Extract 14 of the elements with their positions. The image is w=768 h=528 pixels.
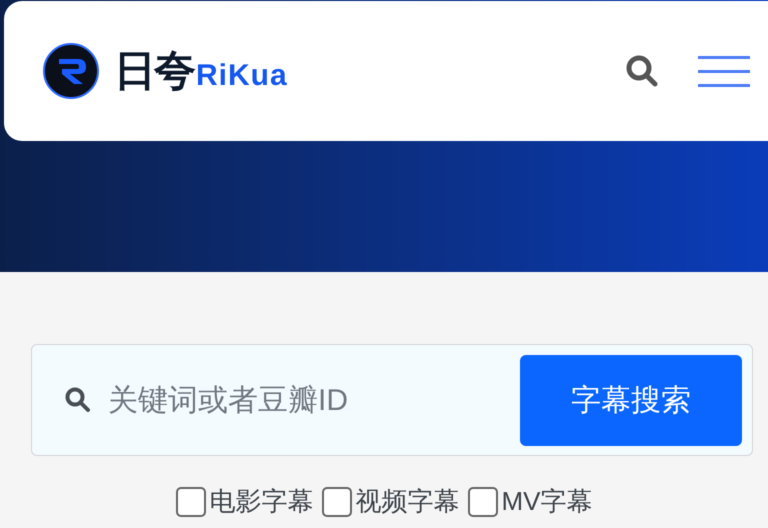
logo-icon bbox=[42, 42, 100, 100]
filter-checkbox[interactable] bbox=[176, 486, 206, 516]
keyword-input[interactable]: 关键词或者豆瓣ID bbox=[108, 378, 520, 422]
logo-english-text: RiKua bbox=[196, 61, 288, 91]
filter-label: 视频字幕 bbox=[356, 485, 460, 518]
search-icon bbox=[64, 386, 92, 414]
menu-button[interactable] bbox=[698, 56, 750, 86]
filter-checkbox[interactable] bbox=[322, 486, 352, 516]
filter-label: MV字幕 bbox=[502, 485, 592, 518]
subtitle-search-button[interactable]: 字幕搜索 bbox=[520, 354, 742, 446]
filter-label: 电影字幕 bbox=[210, 485, 314, 518]
filter-checkbox[interactable] bbox=[468, 486, 498, 516]
search-icon bbox=[624, 53, 660, 89]
logo-chinese-text: 日夸 bbox=[114, 50, 194, 92]
